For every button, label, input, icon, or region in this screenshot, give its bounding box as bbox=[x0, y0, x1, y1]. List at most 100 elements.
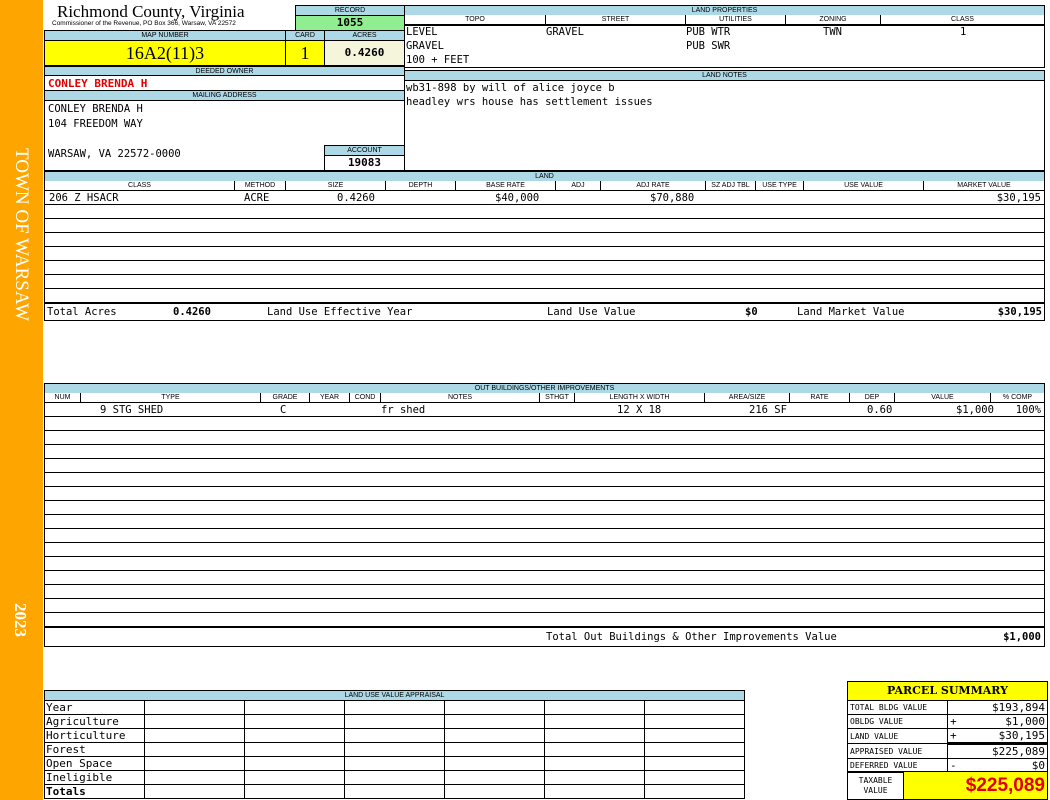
col-class: CLASS bbox=[951, 16, 974, 23]
col-notes: NOTES bbox=[381, 393, 540, 402]
land-use-cell bbox=[244, 770, 345, 785]
use-value-label: Land Use Value bbox=[547, 306, 636, 318]
parcel-summary-title: PARCEL SUMMARY bbox=[847, 681, 1048, 701]
col-num: NUM bbox=[45, 393, 81, 402]
land-use-cell bbox=[644, 728, 745, 743]
land-use-cell bbox=[444, 770, 545, 785]
ob-area: 216 SF bbox=[749, 404, 787, 416]
land-properties-header: TOPO STREET UTILITIES ZONING CLASS bbox=[404, 15, 1045, 25]
land-row: 206 Z HSACR ACRE 0.4260 $40,000 $70,880 … bbox=[44, 191, 1045, 205]
tax-year: 2023 bbox=[11, 603, 30, 637]
land-use-cell bbox=[544, 756, 645, 771]
summary-amount: $225,089 bbox=[992, 745, 1045, 758]
outbuilding-row-empty bbox=[44, 501, 1045, 515]
town-name: TOWN OF WARSAW bbox=[11, 148, 32, 322]
class-value: 1 bbox=[960, 26, 967, 38]
col-base-rate: BASE RATE bbox=[456, 181, 556, 190]
land-properties-body: LEVEL GRAVEL 100 + FEET GRAVEL PUB WTR P… bbox=[404, 25, 1045, 68]
land-use-cell bbox=[444, 714, 545, 729]
summary-value: $193,894 bbox=[947, 700, 1048, 715]
outbuilding-row-empty bbox=[44, 445, 1045, 459]
land-adj-rate: $70,880 bbox=[650, 192, 695, 204]
col-adj: ADJ bbox=[556, 181, 601, 190]
summary-value: $225,089 bbox=[947, 742, 1048, 759]
col-value: VALUE bbox=[895, 393, 991, 402]
land-use-row: Agriculture bbox=[44, 714, 745, 729]
land-use-cell bbox=[444, 784, 545, 799]
land-use-row-label: Totals bbox=[44, 784, 145, 799]
land-use-cell bbox=[444, 700, 545, 715]
land-header: CLASS METHOD SIZE DEPTH BASE RATE ADJ AD… bbox=[44, 181, 1045, 191]
land-use-cell bbox=[544, 714, 645, 729]
outbuilding-row: 9 STG SHED C fr shed 12 X 18 216 SF 0.60… bbox=[44, 403, 1045, 417]
land-market-value: $30,195 bbox=[996, 192, 1041, 204]
land-use-cell bbox=[244, 700, 345, 715]
land-use-row-label: Horticulture bbox=[44, 728, 145, 743]
col-sz-adj-tbl: SZ ADJ TBL bbox=[706, 181, 756, 190]
land-use-cell bbox=[144, 728, 245, 743]
col-type: TYPE bbox=[81, 393, 261, 402]
address-line: CONLEY BRENDA H bbox=[48, 103, 143, 115]
acres-value: 0.4260 bbox=[324, 40, 405, 66]
ob-total: $1,000 bbox=[1003, 631, 1041, 643]
land-use-cell bbox=[444, 728, 545, 743]
summary-row: LAND VALUE + $30,195 bbox=[847, 728, 1048, 744]
land-class: 206 Z HSACR bbox=[49, 192, 119, 204]
summary-amount: $1,000 bbox=[1005, 715, 1045, 728]
col-length-width: LENGTH X WIDTH bbox=[575, 393, 705, 402]
summary-row: APPRAISED VALUE $225,089 bbox=[847, 742, 1048, 759]
land-row-empty bbox=[44, 233, 1045, 247]
outbuilding-row-empty bbox=[44, 543, 1045, 557]
land-use-cell bbox=[244, 784, 345, 799]
summary-amount: $193,894 bbox=[992, 701, 1045, 714]
land-use-cell bbox=[344, 756, 445, 771]
summary-value: + $1,000 bbox=[947, 714, 1048, 729]
land-use-cell bbox=[544, 784, 645, 799]
summary-sign: + bbox=[950, 729, 957, 742]
outbuilding-row-empty bbox=[44, 459, 1045, 473]
col-rate: RATE bbox=[790, 393, 850, 402]
land-use-cell bbox=[644, 742, 745, 757]
outbuilding-row-empty bbox=[44, 585, 1045, 599]
land-use-cell bbox=[244, 714, 345, 729]
col-topo: TOPO bbox=[405, 15, 546, 24]
address-line: 104 FREEDOM WAY bbox=[48, 118, 143, 130]
street-value: GRAVEL bbox=[546, 26, 584, 38]
land-base-rate: $40,000 bbox=[495, 192, 540, 204]
market-value-label: Land Market Value bbox=[797, 306, 905, 318]
land-use-cell bbox=[244, 756, 345, 771]
summary-value: + $30,195 bbox=[947, 728, 1048, 744]
topo-value: GRAVEL bbox=[406, 40, 444, 52]
outbuildings-header: NUM TYPE GRADE YEAR COND NOTES STHGT LEN… bbox=[44, 393, 1045, 403]
summary-sign: + bbox=[950, 715, 957, 728]
land-row-empty bbox=[44, 205, 1045, 219]
summary-label: APPRAISED VALUE bbox=[847, 743, 948, 759]
ob-notes: fr shed bbox=[381, 404, 426, 416]
outbuilding-row-empty bbox=[44, 473, 1045, 487]
utilities-value: PUB WTR bbox=[686, 26, 731, 38]
col-zoning: ZONING bbox=[786, 15, 881, 24]
land-use-cell bbox=[344, 770, 445, 785]
land-use-cell bbox=[144, 714, 245, 729]
land-use-cell bbox=[344, 728, 445, 743]
land-use-row-label: Year bbox=[44, 700, 145, 715]
summary-row: TOTAL BLDG VALUE $193,894 bbox=[847, 700, 1048, 715]
sidebar: TOWN OF WARSAW 2023 bbox=[0, 0, 43, 800]
land-use-table: Year Agriculture Horticulture Forest Open Sp… bbox=[44, 700, 745, 799]
utilities-value: PUB SWR bbox=[686, 40, 731, 52]
col-year: YEAR bbox=[310, 393, 350, 402]
total-acres: 0.4260 bbox=[173, 306, 211, 318]
ob-grade: C bbox=[280, 404, 287, 416]
summary-amount: $30,195 bbox=[998, 729, 1045, 742]
land-row-empty bbox=[44, 247, 1045, 261]
col-grade: GRADE bbox=[261, 393, 310, 402]
summary-row: OBLDG VALUE + $1,000 bbox=[847, 714, 1048, 729]
ob-comp: 100% bbox=[1015, 404, 1041, 416]
land-use-cell bbox=[644, 700, 745, 715]
outbuilding-row-empty bbox=[44, 571, 1045, 585]
outbuilding-row-empty bbox=[44, 599, 1045, 613]
summary-label: TOTAL BLDG VALUE bbox=[847, 700, 948, 715]
col-street: STREET bbox=[546, 15, 686, 24]
land-row-empty bbox=[44, 219, 1045, 233]
zoning-value: TWN bbox=[823, 26, 842, 38]
